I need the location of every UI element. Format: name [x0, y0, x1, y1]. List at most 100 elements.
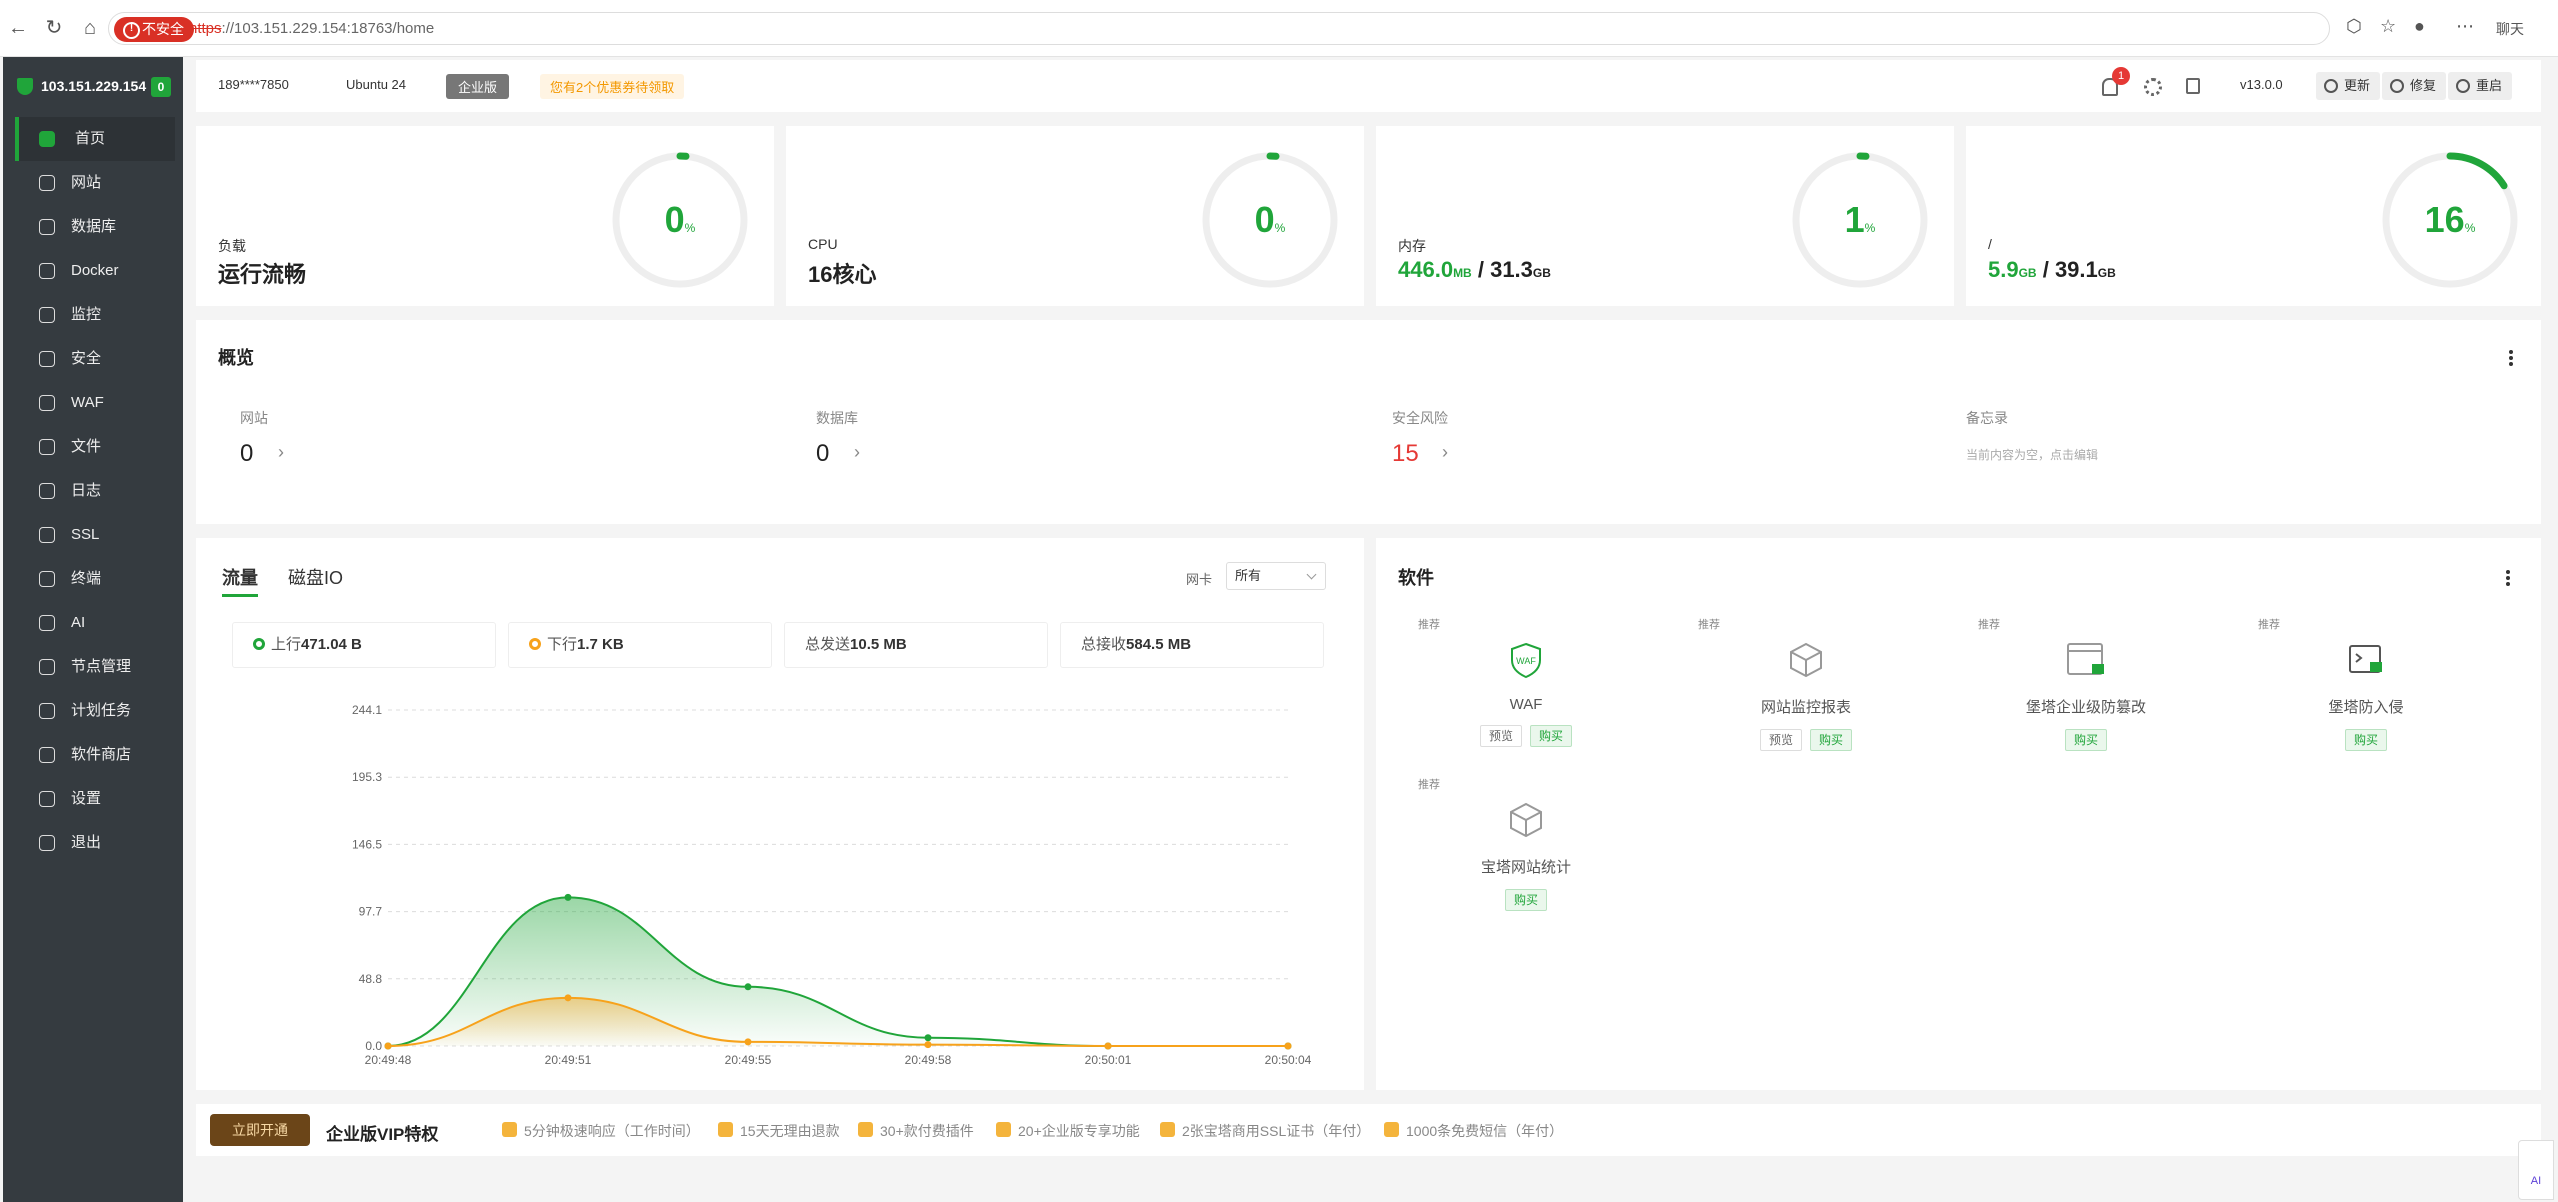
nic-select[interactable]: 所有	[1226, 562, 1326, 590]
sidebar-item-waf[interactable]: WAF	[15, 381, 175, 425]
notes-icon[interactable]	[2186, 78, 2200, 94]
coupon-notice[interactable]: 您有2个优惠券待领取	[540, 74, 685, 99]
repair-button[interactable]: 修复	[2382, 72, 2447, 100]
browser-toolbar: ← ↻ ⌂ 不安全 https://103.151.229.154:18763/…	[0, 0, 2558, 57]
software-item-intrusion-prevention[interactable]: 堡塔防入侵 购买	[2276, 638, 2456, 751]
preview-button[interactable]: 预览	[1759, 729, 1802, 751]
sidebar-item-label: 计划任务	[71, 702, 132, 719]
sidebar-item-settings[interactable]: 设置	[15, 777, 175, 821]
buy-button[interactable]: 购买	[2344, 729, 2387, 751]
address-bar[interactable]: 不安全 https://103.151.229.154:18763/home	[108, 12, 2330, 45]
sidebar-menu: 首页 网站 数据库 Docker 监控 安全 WAF 文件 日志 SSL 终端 …	[15, 117, 175, 865]
data-point	[564, 893, 572, 901]
software-title: 软件	[1398, 568, 1434, 588]
sidebar-item-label: 节点管理	[71, 658, 132, 675]
sidebar-item-files[interactable]: 文件	[15, 425, 175, 469]
software-item-waf[interactable]: WAF WAF 预览 购买	[1436, 638, 1616, 747]
recommend-tag: 推荐	[1698, 619, 1720, 631]
tab-disk-io[interactable]: 磁盘IO	[288, 564, 343, 590]
load-card[interactable]: 负载 运行流畅 0%	[196, 126, 774, 306]
box-icon	[1784, 638, 1828, 682]
load-gauge: 0%	[610, 150, 750, 290]
buy-button[interactable]: 购买	[1530, 725, 1573, 747]
sidebar-item-ai[interactable]: AI	[15, 601, 175, 645]
data-point	[564, 994, 572, 1002]
restart-button[interactable]: 重启	[2448, 72, 2513, 100]
data-point	[744, 1038, 752, 1046]
shield-icon	[39, 351, 55, 367]
gauge-percent: 16%	[2424, 199, 2476, 240]
memory-card[interactable]: 内存 446.0MB / 31.3GB 1%	[1376, 126, 1954, 306]
buy-button[interactable]: 购买	[1810, 729, 1853, 751]
server-count-badge: 0	[151, 77, 171, 97]
profile-icon[interactable]: ●	[2414, 16, 2425, 37]
sidebar-item-website[interactable]: 网站	[15, 161, 175, 205]
security-warning[interactable]: 不安全	[114, 17, 194, 42]
tamper-proof-icon	[2064, 638, 2108, 682]
software-item-site-stats[interactable]: 宝塔网站统计 购买	[1436, 798, 1616, 911]
back-icon[interactable]: ←	[4, 14, 32, 42]
total-sent-stat: 总发送10.5 MB	[784, 622, 1048, 668]
sidebar-item-logs[interactable]: 日志	[15, 469, 175, 513]
sidebar-item-label: 退出	[71, 834, 102, 851]
sidebar-item-label: 网站	[71, 174, 102, 191]
waf-icon: WAF	[1504, 638, 1548, 682]
sidebar-item-home[interactable]: 首页	[15, 117, 175, 161]
memory-gauge: 1%	[1790, 150, 1930, 290]
calendar-icon	[39, 703, 55, 719]
software-item-tamper-proof[interactable]: 堡塔企业级防篡改 购买	[1996, 638, 2176, 751]
sidebar-item-monitor[interactable]: 监控	[15, 293, 175, 337]
theme-toggle-icon[interactable]	[2144, 78, 2162, 96]
more-icon[interactable]: ⋯	[2456, 16, 2474, 37]
cpu-card[interactable]: CPU 16核心 0%	[786, 126, 1364, 306]
software-item-site-monitor[interactable]: 网站监控报表 预览 购买	[1716, 638, 1896, 751]
more-options-icon[interactable]	[2509, 356, 2513, 360]
sidebar-item-store[interactable]: 软件商店	[15, 733, 175, 777]
load-value: 运行流畅	[218, 262, 307, 287]
home-icon[interactable]: ⌂	[76, 14, 104, 42]
upload-legend-dot	[253, 638, 265, 650]
chevron-right-icon[interactable]: ›	[854, 442, 860, 463]
extensions-icon[interactable]: ⬡	[2346, 16, 2362, 37]
sidebar-item-ssl[interactable]: SSL	[15, 513, 175, 557]
reload-icon[interactable]: ↻	[40, 14, 68, 42]
favorites-icon[interactable]: ☆	[2380, 16, 2396, 37]
more-options-icon[interactable]	[2506, 576, 2510, 580]
preview-button[interactable]: 预览	[1479, 725, 1522, 747]
data-point	[744, 983, 752, 991]
chat-button[interactable]: 聊天	[2496, 19, 2524, 39]
disk-card[interactable]: / 5.9GB / 39.1GB 16%	[1966, 126, 2541, 306]
activate-vip-button[interactable]: 立即开通	[210, 1114, 310, 1146]
sidebar-item-label: 设置	[71, 790, 102, 807]
memo-text[interactable]: 当前内容为空，点击编辑	[1966, 446, 2098, 463]
sidebar-item-security[interactable]: 安全	[15, 337, 175, 381]
edition-badge[interactable]: 企业版	[446, 74, 510, 99]
tab-traffic[interactable]: 流量	[222, 564, 258, 590]
software-name: 堡塔企业级防篡改	[2025, 699, 2146, 716]
chevron-right-icon[interactable]: ›	[1442, 442, 1448, 463]
vip-title: 企业版VIP特权	[326, 1125, 439, 1144]
sidebar-item-database[interactable]: 数据库	[15, 205, 175, 249]
memo-label: 备忘录	[1966, 410, 2008, 426]
sidebar-item-label: 终端	[71, 570, 102, 587]
sidebar-item-logout[interactable]: 退出	[15, 821, 175, 865]
sidebar-item-terminal[interactable]: 终端	[15, 557, 175, 601]
gauge-percent: 1%	[1844, 199, 1876, 240]
buy-button[interactable]: 购买	[2064, 729, 2107, 751]
ai-assistant-button[interactable]: AI	[2518, 1140, 2554, 1200]
url-text[interactable]: https://103.151.229.154:18763/home	[189, 20, 434, 37]
buy-button[interactable]: 购买	[1504, 889, 1547, 911]
gauge-percent: 0%	[1254, 199, 1286, 240]
sidebar-item-label: 日志	[71, 482, 102, 499]
y-tick-label: 195.3	[352, 770, 382, 784]
user-account[interactable]: 189****7850	[218, 77, 289, 92]
sidebar-item-docker[interactable]: Docker	[15, 249, 175, 293]
sidebar-item-cron[interactable]: 计划任务	[15, 689, 175, 733]
server-header[interactable]: 103.151.229.154 0	[3, 67, 183, 107]
cpu-value: 16核心	[808, 262, 877, 287]
chevron-right-icon[interactable]: ›	[278, 442, 284, 463]
sidebar-item-label: 软件商店	[71, 746, 132, 763]
update-button[interactable]: 更新	[2316, 72, 2381, 100]
bell-icon[interactable]: 1	[2096, 67, 2130, 99]
sidebar-item-nodes[interactable]: 节点管理	[15, 645, 175, 689]
